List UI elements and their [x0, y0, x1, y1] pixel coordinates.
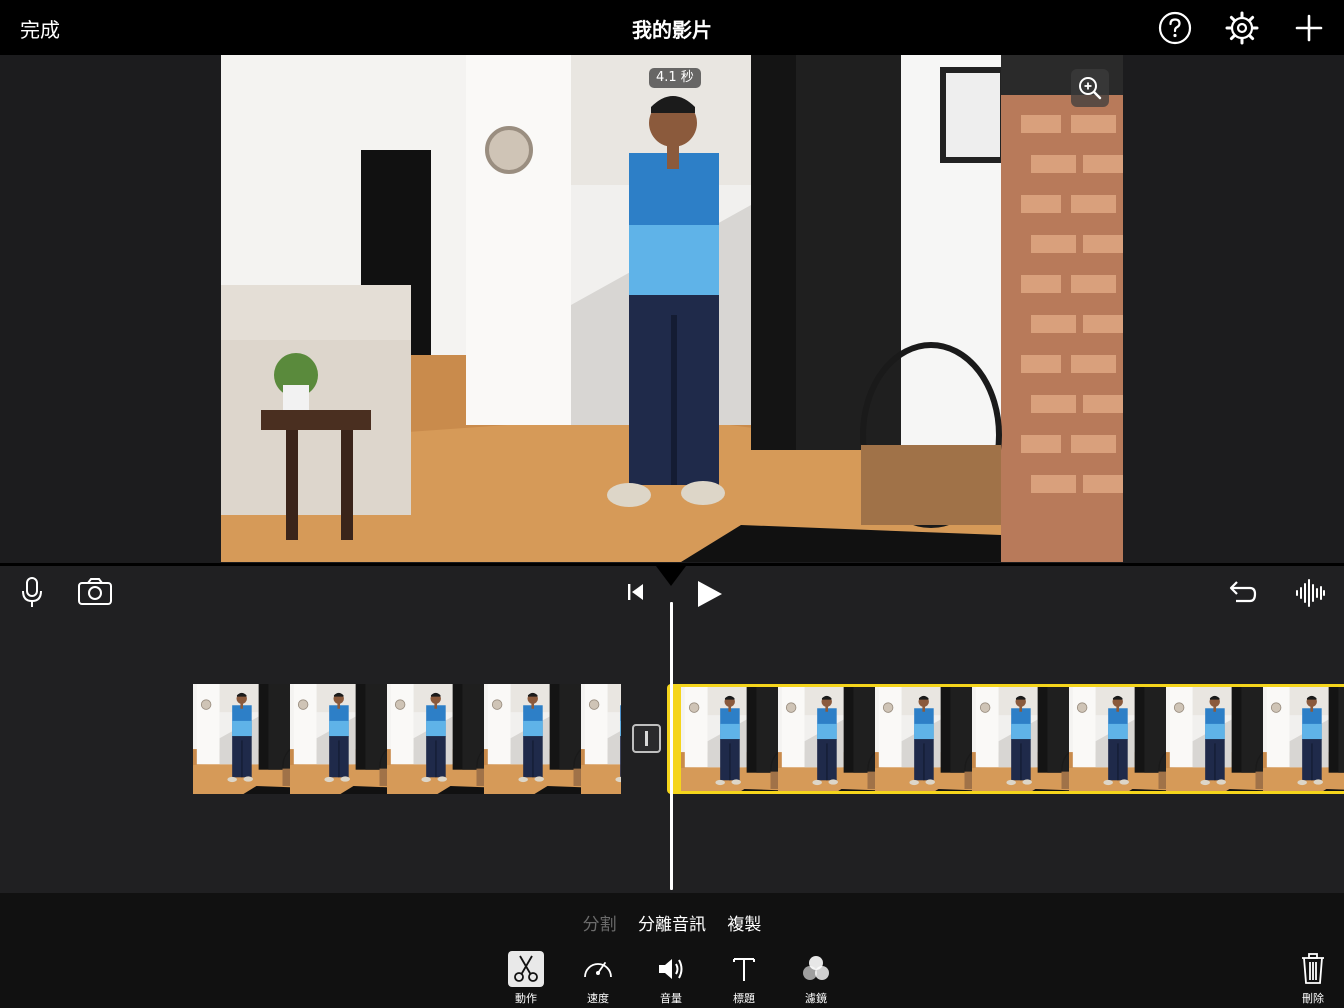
clip-actions: 分割 分離音訊 複製 — [0, 910, 1344, 935]
inspector-bar: 分割 分離音訊 複製 動作 速度 音量 標題 濾鏡 刪除 — [0, 893, 1344, 1008]
speaker-icon — [653, 951, 689, 987]
tool-label: 動作 — [515, 992, 537, 1005]
zoom-in-icon[interactable] — [1071, 69, 1109, 107]
tool-label: 速度 — [587, 992, 609, 1005]
video-frame — [221, 55, 1123, 562]
playhead-marker — [656, 566, 686, 586]
camera-icon[interactable] — [76, 576, 114, 608]
clip-thumbnail — [387, 684, 484, 794]
clip-thumbnail — [193, 684, 290, 794]
tool-label: 音量 — [660, 992, 682, 1005]
clip-thumbnail — [972, 687, 1069, 794]
clip-2-selected[interactable] — [667, 684, 1344, 794]
play-icon[interactable] — [694, 578, 724, 610]
speedometer-icon — [580, 951, 616, 987]
project-title[interactable]: 我的影片 — [632, 18, 712, 42]
filters-icon — [798, 951, 834, 987]
video-viewer: 4.1 秒 — [0, 55, 1344, 563]
audio-waveform-icon[interactable] — [1294, 578, 1326, 608]
project-title-container: 我的影片 — [0, 14, 1344, 43]
clip-thumbnail — [875, 687, 972, 794]
tool-titles[interactable]: 標題 — [714, 951, 774, 1006]
clip-thumbnail — [1263, 687, 1344, 794]
undo-icon[interactable] — [1226, 578, 1258, 608]
settings-gear-icon[interactable] — [1224, 10, 1260, 46]
tool-label: 標題 — [733, 992, 755, 1005]
clip-thumbnail — [1166, 687, 1263, 794]
text-icon — [726, 951, 762, 987]
top-navigation-bar: 完成 我的影片 — [0, 0, 1344, 55]
clip-thumbnail — [290, 684, 387, 794]
help-icon[interactable] — [1157, 10, 1193, 46]
tool-label: 刪除 — [1302, 992, 1324, 1005]
detach-audio-button[interactable]: 分離音訊 — [638, 910, 706, 935]
clip-thumbnail — [1069, 687, 1166, 794]
trash-icon — [1295, 951, 1331, 987]
tool-speed[interactable]: 速度 — [568, 951, 628, 1006]
delete-button[interactable]: 刪除 — [1283, 951, 1343, 1006]
clip-thumbnail — [484, 684, 581, 794]
tool-actions[interactable]: 動作 — [496, 951, 556, 1006]
split-button[interactable]: 分割 — [583, 910, 617, 935]
timeline[interactable] — [0, 563, 1344, 893]
plus-icon[interactable] — [1291, 10, 1327, 46]
done-button[interactable]: 完成 — [20, 14, 60, 43]
clip-duration-badge: 4.1 秒 — [649, 68, 701, 88]
playhead-line[interactable] — [670, 602, 673, 890]
duplicate-button[interactable]: 複製 — [727, 910, 761, 935]
scissors-icon — [508, 951, 544, 987]
clip-thumbnail — [681, 687, 778, 794]
video-preview[interactable]: 4.1 秒 — [221, 55, 1123, 562]
clip-thumbnail — [581, 684, 621, 794]
transition-button[interactable] — [632, 724, 661, 753]
tool-label: 濾鏡 — [805, 992, 827, 1005]
clip-1[interactable] — [193, 684, 621, 794]
microphone-icon[interactable] — [18, 576, 46, 610]
tool-volume[interactable]: 音量 — [641, 951, 701, 1006]
clip-thumbnail — [778, 687, 875, 794]
tool-filters[interactable]: 濾鏡 — [786, 951, 846, 1006]
skip-to-start-icon[interactable] — [624, 580, 648, 604]
